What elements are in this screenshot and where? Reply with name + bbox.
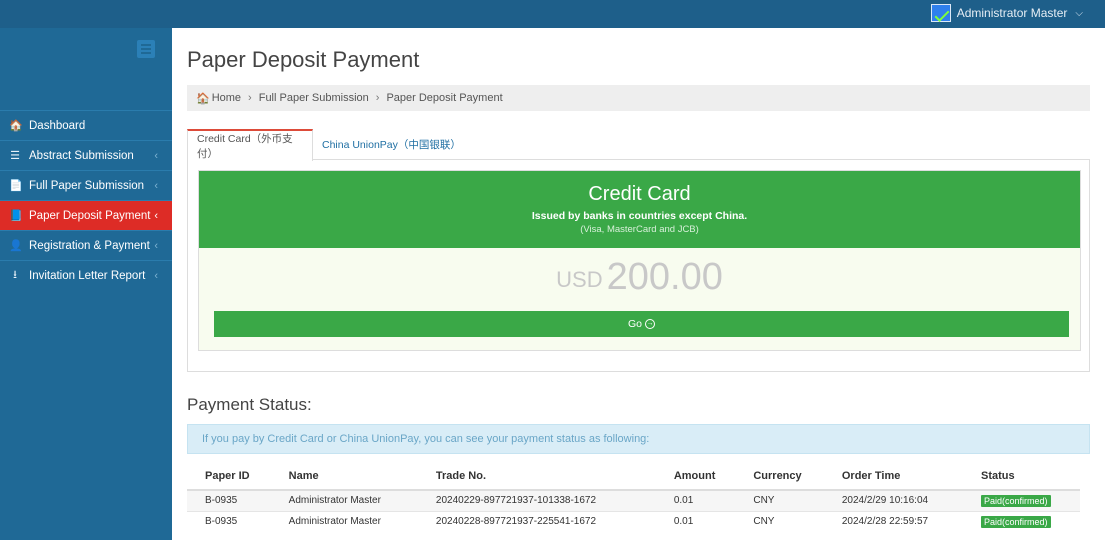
table-row: B-0935 Administrator Master 20240229-897… — [187, 489, 1080, 511]
card-header: Credit Card Issued by banks in countries… — [199, 171, 1080, 248]
file-icon: 📄 — [9, 180, 23, 192]
chevron-left-icon: ‹ — [154, 179, 158, 192]
credit-card-box: Credit Card Issued by banks in countries… — [198, 170, 1081, 351]
breadcrumb-home[interactable]: Home — [212, 92, 241, 104]
sidebar-item-label: Abstract Submission — [29, 149, 134, 162]
cell-currency: CNY — [735, 510, 824, 532]
sidebar-item-label: Full Paper Submission — [29, 179, 145, 192]
cell-trade-no: 20240228-897721937-225541-1672 — [417, 510, 656, 532]
breadcrumb-separator: › — [375, 92, 380, 104]
cell-name: Administrator Master — [270, 510, 418, 532]
col-currency: Currency — [735, 463, 824, 491]
chevron-down-icon: ⌵ — [1075, 7, 1083, 19]
go-button[interactable]: Go → — [214, 311, 1069, 337]
sidebar-item-label: Paper Deposit Payment — [29, 209, 151, 222]
breadcrumb-separator: › — [248, 92, 252, 104]
chevron-left-icon: ‹ — [154, 209, 158, 222]
sidebar-toggle-icon[interactable] — [137, 40, 155, 58]
payment-tabs: Credit Card（外币支付） China UnionPay（中国银联） — [187, 129, 1090, 161]
col-paper-id: Paper ID — [187, 463, 271, 491]
main-content: Paper Deposit Payment 🏠 Home › Full Pape… — [172, 28, 1105, 540]
cell-name: Administrator Master — [270, 489, 418, 511]
cell-order-time: 2024/2/28 22:59:57 — [823, 510, 964, 532]
download-icon: ⭳ — [13, 269, 17, 281]
chevron-left-icon: ‹ — [154, 269, 158, 282]
page-title: Paper Deposit Payment — [187, 47, 420, 72]
col-status: Status — [963, 463, 1080, 491]
col-name: Name — [270, 463, 418, 491]
sidebar-item-label: Invitation Letter Report — [29, 269, 146, 282]
book-icon: 📘 — [9, 210, 23, 222]
user-avatar-icon — [930, 4, 951, 22]
payment-status-table: Paper ID Name Trade No. Amount Currency … — [187, 463, 1080, 532]
cell-order-time: 2024/2/29 10:16:04 — [823, 489, 964, 511]
cell-status: Paid(confirmed) — [963, 510, 1080, 532]
cell-amount: 0.01 — [655, 510, 736, 532]
table-row: B-0935 Administrator Master 20240228-897… — [187, 510, 1080, 532]
arrow-right-circle-icon: → — [645, 319, 655, 329]
price: USD 200.00 — [199, 256, 1080, 299]
tab-credit-card[interactable]: Credit Card（外币支付） — [187, 129, 313, 161]
breadcrumb-current: Paper Deposit Payment — [386, 92, 503, 104]
sidebar-item-label: Dashboard — [29, 119, 86, 132]
chevron-left-icon: ‹ — [154, 239, 158, 252]
status-badge: Paid(confirmed) — [981, 494, 1051, 507]
card-body: USD 200.00 Go → — [199, 248, 1080, 350]
breadcrumb: 🏠 Home › Full Paper Submission › Paper D… — [187, 85, 1090, 111]
cell-trade-no: 20240229-897721937-101338-1672 — [417, 489, 656, 511]
cell-currency: CNY — [735, 489, 824, 511]
sidebar-item-label: Registration & Payment — [29, 239, 150, 252]
user-icon: 👤 — [9, 240, 23, 252]
chevron-left-icon: ‹ — [154, 149, 158, 162]
tab-china-unionpay[interactable]: China UnionPay（中国银联） — [313, 129, 470, 160]
top-navbar: Administrator Master ⌵ — [0, 0, 1105, 28]
cell-amount: 0.01 — [655, 489, 736, 511]
cell-paper-id: B-0935 — [187, 489, 271, 511]
go-button-label: Go — [627, 318, 642, 330]
card-title: Credit Card — [588, 183, 691, 205]
payment-status-title: Payment Status: — [187, 395, 312, 414]
price-currency: USD — [556, 267, 603, 292]
col-order-time: Order Time — [823, 463, 964, 491]
home-icon: 🏠 — [9, 120, 23, 132]
sidebar: 🏠 Dashboard ☰ Abstract Submission ‹ 📄 Fu… — [0, 28, 172, 540]
cell-status: Paid(confirmed) — [963, 489, 1080, 511]
user-menu[interactable]: Administrator Master ⌵ — [930, 4, 1083, 22]
sidebar-item-full-paper-submission[interactable]: 📄 Full Paper Submission ‹ — [0, 170, 172, 200]
col-amount: Amount — [655, 463, 736, 491]
sidebar-item-abstract-submission[interactable]: ☰ Abstract Submission ‹ — [0, 140, 172, 170]
cell-paper-id: B-0935 — [187, 510, 271, 532]
sidebar-item-invitation-letter-report[interactable]: ⭳ Invitation Letter Report ‹ — [0, 260, 172, 290]
price-amount: 200.00 — [606, 256, 723, 298]
sidebar-item-registration-payment[interactable]: 👤 Registration & Payment ‹ — [0, 230, 172, 260]
card-subtitle: Issued by banks in countries except Chin… — [531, 210, 748, 222]
sidebar-item-dashboard[interactable]: 🏠 Dashboard — [0, 110, 172, 140]
status-badge: Paid(confirmed) — [981, 515, 1051, 528]
card-note: (Visa, MasterCard and JCB) — [580, 224, 699, 235]
list-icon: ☰ — [10, 150, 20, 162]
payment-status-info: If you pay by Credit Card or China Union… — [187, 424, 1090, 454]
sidebar-nav: 🏠 Dashboard ☰ Abstract Submission ‹ 📄 Fu… — [0, 110, 172, 290]
table-header-row: Paper ID Name Trade No. Amount Currency … — [187, 463, 1080, 491]
user-name: Administrator Master — [956, 6, 1068, 20]
home-icon: 🏠 — [196, 92, 210, 105]
sidebar-item-paper-deposit-payment[interactable]: 📘 Paper Deposit Payment ‹ — [0, 200, 172, 230]
breadcrumb-full-paper-submission[interactable]: Full Paper Submission — [259, 92, 369, 104]
tab-panel: Credit Card Issued by banks in countries… — [187, 160, 1090, 372]
col-trade-no: Trade No. — [417, 463, 656, 491]
